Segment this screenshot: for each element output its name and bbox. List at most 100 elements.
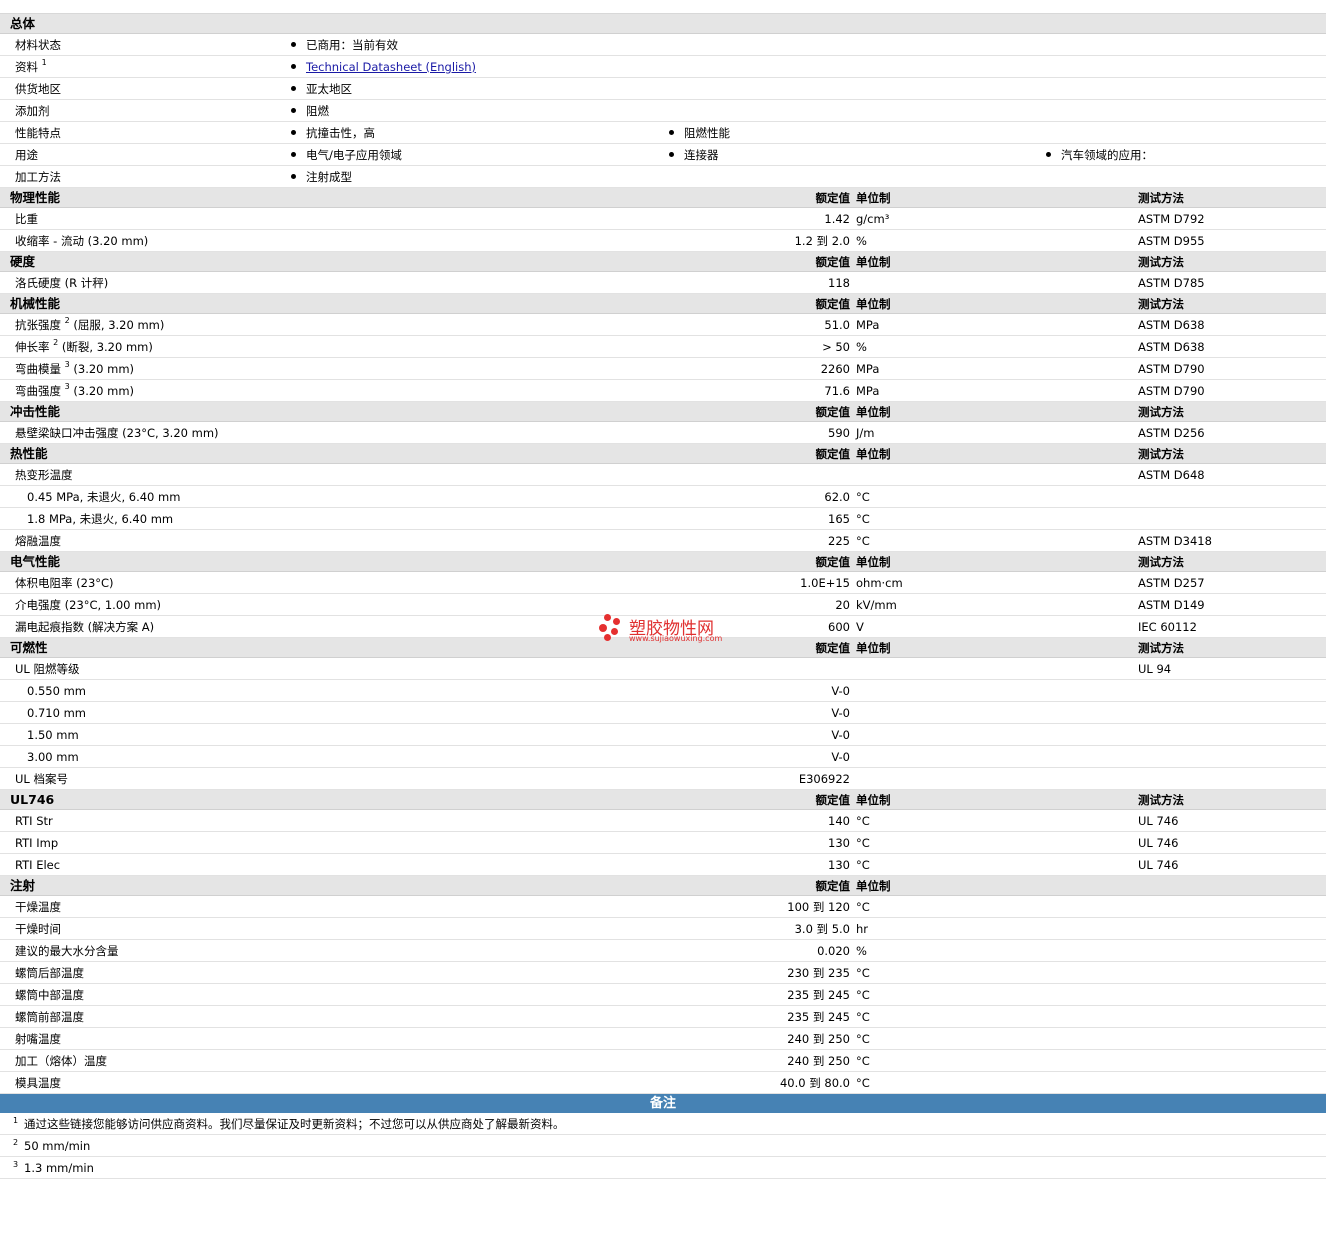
note-text: 1.3 mm/min (24, 1161, 94, 1175)
property-label-text: 添加剂 (15, 104, 50, 118)
technical-datasheet-link[interactable]: Technical Datasheet (English) (306, 60, 476, 74)
column-header-value: 额定值 (815, 191, 851, 205)
property-value: 225 (828, 534, 850, 548)
test-method: ASTM D3418 (1138, 534, 1212, 548)
property-value: 140 (828, 814, 850, 828)
property-label: 材料状态 (15, 37, 61, 53)
property-label-text: 3.00 mm (27, 750, 79, 764)
property-value: 118 (828, 276, 850, 290)
property-label-suffix: (3.20 mm) (73, 384, 135, 398)
property-row: 加工（熔体）温度 240 到 250 °C (0, 1050, 1326, 1072)
datasheet: 总体材料状态 已商用：当前有效资料 1 Technical Datasheet (E… (0, 0, 1326, 1179)
property-label: 0.45 MPa, 未退火, 6.40 mm (27, 489, 180, 505)
section-header-general: 总体 (0, 14, 1326, 34)
property-row: 射嘴温度 240 到 250 °C (0, 1028, 1326, 1050)
property-unit: °C (856, 988, 870, 1002)
property-label: UL 阻燃等级 (15, 661, 79, 677)
property-value: 235 到 245 (787, 988, 850, 1002)
property-value: 3.0 到 5.0 (794, 922, 850, 936)
column-header-value: 额定值 (815, 879, 851, 893)
property-value: 20 (835, 598, 850, 612)
property-unit: °C (856, 858, 870, 872)
column-header-method: 测试方法 (1138, 191, 1184, 205)
bullet-icon (291, 86, 296, 91)
column-header-value: 额定值 (815, 447, 851, 461)
property-row: 热变形温度 ASTM D648 (0, 464, 1326, 486)
section-title: 注射 (10, 878, 36, 893)
property-unit: °C (856, 1076, 870, 1090)
property-label-text: 体积电阻率 (23°C) (15, 576, 114, 590)
property-label: 伸长率 2 (断裂, 3.20 mm) (15, 339, 153, 355)
section-header-physical: 物理性能 额定值 单位制 测试方法 (0, 188, 1326, 208)
property-label-text: 加工（熔体）温度 (15, 1054, 107, 1068)
column-header-value: 额定值 (815, 793, 851, 807)
column-header-method: 测试方法 (1138, 297, 1184, 311)
section-header-hardness: 硬度 额定值 单位制 测试方法 (0, 252, 1326, 272)
property-unit: hr (856, 922, 869, 936)
section-title: 机械性能 (10, 296, 61, 311)
test-method: UL 746 (1138, 814, 1179, 828)
section-title: UL746 (10, 792, 55, 807)
test-method: ASTM D790 (1138, 384, 1205, 398)
property-label: 添加剂 (15, 103, 50, 119)
property-row: 0.710 mm V-0 (0, 702, 1326, 724)
property-label: 0.710 mm (27, 705, 86, 721)
test-method: ASTM D149 (1138, 598, 1205, 612)
property-row: 0.550 mm V-0 (0, 680, 1326, 702)
property-unit: MPa (856, 318, 880, 332)
property-row: 螺筒后部温度 230 到 235 °C (0, 962, 1326, 984)
column-header-method: 测试方法 (1138, 793, 1184, 807)
column-header-value: 额定值 (815, 641, 851, 655)
property-label-text: 悬壁梁缺口冲击强度 (23°C, 3.20 mm) (15, 426, 219, 440)
property-label-text: 比重 (15, 212, 38, 226)
property-row: 洛氏硬度 (R 计秤) 118 ASTM D785 (0, 272, 1326, 294)
watermark-dot-icon (611, 628, 618, 635)
property-label-text: 熔融温度 (15, 534, 61, 548)
property-unit: °C (856, 1032, 870, 1046)
property-label-text: 热变形温度 (15, 468, 73, 482)
section-title: 冲击性能 (10, 404, 61, 419)
column-header-unit: 单位制 (856, 191, 891, 205)
property-unit: °C (856, 1010, 870, 1024)
general-value: 阻燃 (291, 103, 329, 119)
property-label-text: 干燥温度 (15, 900, 61, 914)
property-unit: kV/mm (856, 598, 897, 612)
section-title: 热性能 (10, 446, 48, 461)
general-row: 性能特点 抗撞击性，高 阻燃性能 (0, 122, 1326, 144)
property-label-text: 资料 (15, 60, 38, 74)
property-label: 建议的最大水分含量 (15, 943, 119, 959)
watermark-dot-icon (604, 634, 611, 641)
property-row: 抗张强度 2 (屈服, 3.20 mm) 51.0 MPa ASTM D638 (0, 314, 1326, 336)
note-row: 2 50 mm/min (0, 1135, 1326, 1157)
property-unit: % (856, 340, 867, 354)
property-label: 3.00 mm (27, 749, 79, 765)
note-text: 50 mm/min (24, 1139, 91, 1153)
column-header-unit: 单位制 (856, 555, 891, 569)
test-method: ASTM D638 (1138, 340, 1205, 354)
footnote-ref: 3 (64, 382, 70, 391)
general-value-text: 连接器 (684, 148, 719, 162)
property-value: 130 (828, 836, 850, 850)
property-label-text: 加工方法 (15, 170, 61, 184)
general-value: 亚太地区 (291, 81, 352, 97)
column-header-value: 额定值 (815, 405, 851, 419)
note-number: 2 (13, 1138, 19, 1147)
property-label: 螺筒前部温度 (15, 1009, 84, 1025)
property-label: RTI Str (15, 813, 53, 829)
property-label-text: 模具温度 (15, 1076, 61, 1090)
column-header-value: 额定值 (815, 297, 851, 311)
general-value-text: 亚太地区 (306, 82, 352, 96)
datasheet-content: 总体材料状态 已商用：当前有效资料 1 Technical Datasheet (E… (0, 14, 1326, 1179)
column-header-unit: 单位制 (856, 405, 891, 419)
note-number: 1 (13, 1116, 19, 1125)
property-label: 洛氏硬度 (R 计秤) (15, 275, 108, 291)
property-label: 用途 (15, 147, 38, 163)
property-value: 62.0 (824, 490, 850, 504)
property-unit: g/cm³ (856, 212, 890, 226)
property-value: V-0 (831, 750, 850, 764)
test-method: IEC 60112 (1138, 620, 1197, 634)
general-value: 已商用：当前有效 (291, 37, 398, 53)
section-header-electrical: 电气性能 额定值 单位制 测试方法 (0, 552, 1326, 572)
section-header-mechanical: 机械性能 额定值 单位制 测试方法 (0, 294, 1326, 314)
test-method: UL 746 (1138, 858, 1179, 872)
